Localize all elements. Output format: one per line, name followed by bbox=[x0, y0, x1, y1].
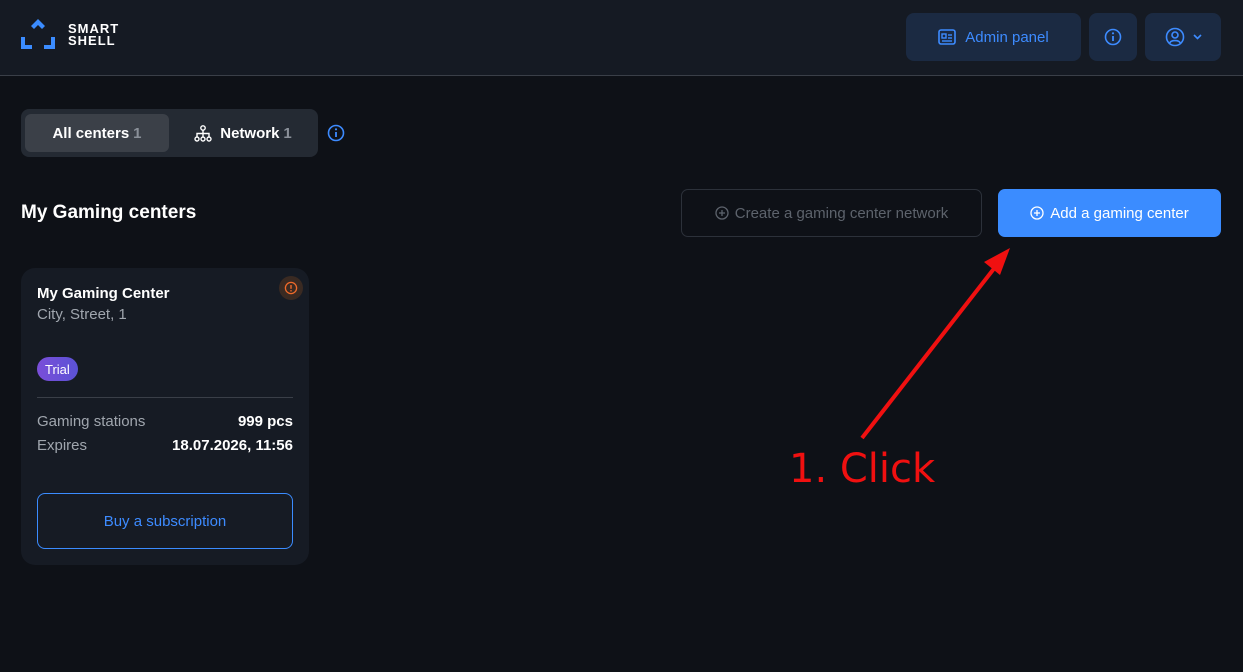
tab-all-centers-count: 1 bbox=[133, 124, 142, 142]
tabs-info-icon[interactable] bbox=[327, 124, 345, 147]
info-icon bbox=[1104, 28, 1122, 46]
center-name: My Gaming Center bbox=[37, 285, 170, 302]
brand-logo[interactable]: SMART SHELL bbox=[20, 18, 119, 51]
user-icon bbox=[1165, 27, 1184, 47]
plus-circle-icon bbox=[715, 206, 729, 220]
warning-icon[interactable] bbox=[279, 276, 303, 300]
buy-subscription-button[interactable]: Buy a subscription bbox=[37, 493, 293, 549]
tab-network-count: 1 bbox=[283, 124, 292, 142]
card-divider bbox=[37, 397, 293, 398]
add-gaming-center-button[interactable]: Add a gaming center bbox=[998, 189, 1221, 237]
brand-name: SMART SHELL bbox=[68, 22, 119, 48]
create-network-label: Create a gaming center network bbox=[734, 204, 949, 222]
page-title: My Gaming centers bbox=[21, 202, 197, 223]
expires-label: Expires bbox=[37, 437, 88, 454]
buy-subscription-label: Buy a subscription bbox=[103, 512, 227, 530]
top-bar: SMART SHELL Admin panel bbox=[0, 0, 1243, 76]
tab-network[interactable]: Network 1 bbox=[173, 114, 313, 152]
center-filter-tabs: All centers 1 Network 1 bbox=[21, 109, 318, 157]
plus-circle-icon bbox=[1030, 206, 1044, 220]
create-network-button[interactable]: Create a gaming center network bbox=[681, 189, 982, 237]
chevron-down-icon bbox=[1192, 34, 1202, 40]
admin-panel-icon bbox=[938, 29, 957, 45]
gaming-center-card[interactable]: My Gaming Center City, Street, 1 Trial G… bbox=[21, 268, 309, 565]
brand-line2: SHELL bbox=[68, 32, 116, 48]
status-badge: Trial bbox=[37, 357, 78, 381]
stations-value: 999 pcs bbox=[237, 413, 293, 430]
expires-value: 18.07.2026, 11:56 bbox=[172, 437, 293, 454]
tab-all-centers[interactable]: All centers 1 bbox=[25, 114, 169, 152]
network-icon bbox=[194, 124, 212, 142]
tab-network-label: Network bbox=[220, 124, 280, 142]
stations-label: Gaming stations bbox=[37, 413, 146, 430]
user-menu-button[interactable] bbox=[1145, 13, 1221, 61]
info-button[interactable] bbox=[1089, 13, 1137, 61]
annotation-label: 1. Click bbox=[789, 446, 936, 492]
add-gaming-center-label: Add a gaming center bbox=[1050, 204, 1189, 222]
admin-panel-label: Admin panel bbox=[965, 28, 1049, 46]
admin-panel-button[interactable]: Admin panel bbox=[906, 13, 1081, 61]
logo-icon bbox=[21, 19, 55, 49]
center-address: City, Street, 1 bbox=[37, 306, 127, 323]
tab-all-centers-label: All centers bbox=[52, 124, 130, 142]
